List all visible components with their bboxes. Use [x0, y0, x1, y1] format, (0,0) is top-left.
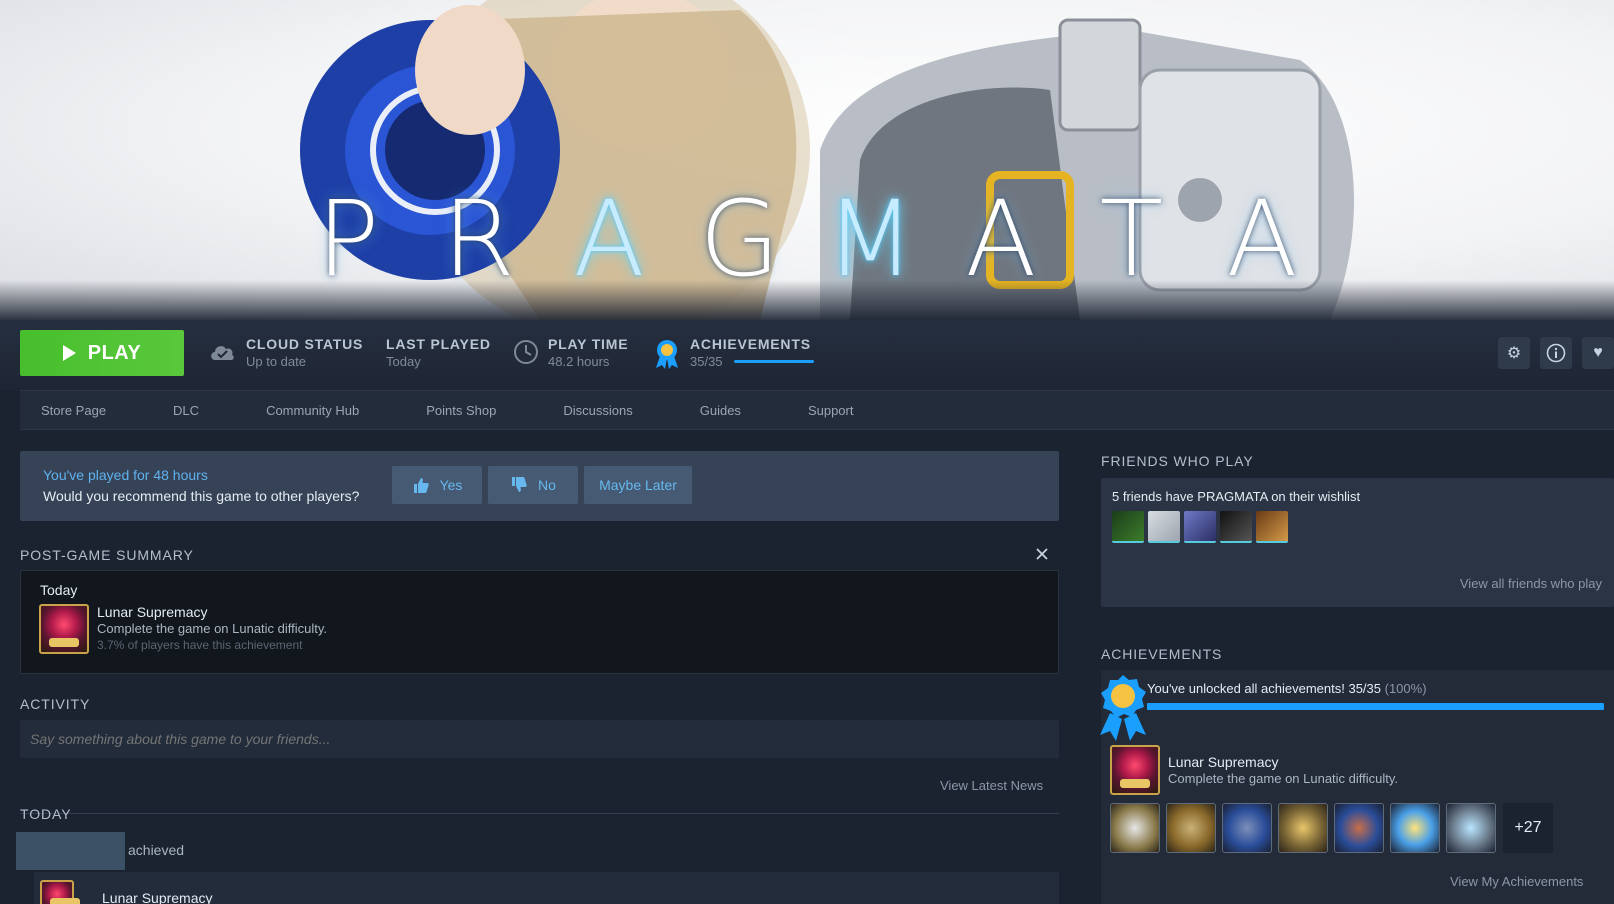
achievement-icon[interactable]	[1110, 803, 1160, 853]
last-played: LAST PLAYED Today	[386, 336, 491, 369]
recommend-no-button[interactable]: No	[488, 466, 578, 504]
achievements-progress-bar	[734, 360, 814, 363]
play-button-label: PLAY	[87, 341, 142, 364]
achievement-icon[interactable]	[1166, 803, 1216, 853]
achievements-panel-header: ACHIEVEMENTS	[1101, 646, 1223, 662]
last-played-value: Today	[386, 354, 421, 369]
friend-avatar[interactable]	[1112, 511, 1144, 543]
lunar-supremacy-achievement-icon	[39, 604, 89, 654]
play-bar: PLAY CLOUD STATUS Up to date LAST PLAYED…	[0, 320, 1614, 390]
post-game-summary-header: POST-GAME SUMMARY	[20, 547, 194, 563]
view-all-friends-link[interactable]: View all friends who play	[1460, 576, 1602, 591]
featured-achievement-desc: Complete the game on Lunatic difficulty.	[1168, 771, 1399, 786]
play-icon	[62, 345, 76, 361]
friend-avatar[interactable]	[1148, 511, 1180, 543]
friend-avatar[interactable]	[1184, 511, 1216, 543]
cloud-status-label: CLOUD STATUS	[246, 336, 364, 352]
nav-guides[interactable]: Guides	[700, 403, 741, 418]
recommend-yes-button[interactable]: Yes	[392, 466, 482, 504]
achievements-stat[interactable]: ACHIEVEMENTS 35/35	[690, 336, 811, 369]
achievements-unlocked-label: You've unlocked all achievements! 35/35	[1147, 681, 1381, 696]
summary-achievement-title: Lunar Supremacy	[97, 604, 208, 620]
achievements-stat-label: ACHIEVEMENTS	[690, 336, 811, 352]
friends-who-play-panel: 5 friends have PRAGMATA on their wishlis…	[1101, 478, 1614, 607]
activity-achieved-text: achieved	[128, 842, 185, 858]
activity-post-input[interactable]	[20, 720, 1059, 758]
summary-day: Today	[40, 582, 78, 598]
friend-avatar[interactable]	[1220, 511, 1252, 543]
achievement-medal-icon	[656, 340, 678, 369]
achievement-icon[interactable]	[1278, 803, 1328, 853]
hero-fade	[0, 280, 1614, 320]
nav-points-shop[interactable]: Points Shop	[426, 403, 496, 418]
cloud-status: CLOUD STATUS Up to date	[246, 336, 363, 369]
view-latest-news-link[interactable]: View Latest News	[940, 778, 1043, 793]
friends-wishlist-text: 5 friends have PRAGMATA on their wishlis…	[1112, 489, 1361, 504]
info-button[interactable]	[1540, 337, 1572, 369]
achievements-unlocked-text: You've unlocked all achievements! 35/35 …	[1147, 681, 1427, 696]
nav-store-page[interactable]: Store Page	[41, 403, 106, 418]
featured-achievement-icon	[1110, 745, 1160, 795]
view-my-achievements-link[interactable]: View My Achievements	[1450, 874, 1583, 889]
thumbs-up-icon	[413, 478, 429, 493]
achievement-icon[interactable]	[1446, 803, 1496, 853]
play-time-value: 48.2 hours	[548, 354, 610, 369]
play-time: PLAY TIME 48.2 hours	[548, 336, 628, 369]
summary-achievement-rarity: 3.7% of players have this achievement	[97, 638, 303, 652]
recommend-later-label: Maybe Later	[599, 477, 677, 493]
recommend-question: Would you recommend this game to other p…	[43, 488, 360, 504]
post-game-summary-card: Today Lunar Supremacy Complete the game …	[20, 570, 1059, 674]
activity-item-title: Lunar Supremacy	[102, 890, 213, 904]
activity-achievement-icon	[40, 880, 80, 904]
recommend-panel: You've played for 48 hours Would you rec…	[20, 451, 1059, 521]
nav-discussions[interactable]: Discussions	[563, 403, 632, 418]
nav-support[interactable]: Support	[808, 403, 854, 418]
activity-today-header: TODAY	[20, 806, 72, 822]
activity-divider	[20, 813, 1059, 814]
more-achievements-count[interactable]: +27	[1503, 803, 1553, 853]
recommend-later-button[interactable]: Maybe Later	[584, 466, 692, 504]
achievement-icon[interactable]	[1334, 803, 1384, 853]
info-icon	[1546, 343, 1566, 363]
close-icon[interactable]	[1035, 547, 1049, 561]
playtime-note: You've played for 48 hours	[43, 467, 208, 483]
friends-who-play-header: FRIENDS WHO PLAY	[1101, 453, 1254, 469]
nav-community-hub[interactable]: Community Hub	[266, 403, 359, 418]
gear-icon: ⚙	[1506, 345, 1522, 362]
last-played-label: LAST PLAYED	[386, 336, 491, 352]
play-time-label: PLAY TIME	[548, 336, 629, 352]
achievement-medal-icon	[1100, 675, 1146, 741]
achievements-unlocked-percent: (100%)	[1384, 681, 1427, 696]
nav-dlc[interactable]: DLC	[173, 403, 199, 418]
favorite-button[interactable]: ♥	[1582, 337, 1614, 369]
game-nav-bar: Store Page DLC Community Hub Points Shop…	[20, 390, 1614, 430]
game-hero-banner: P R A G M A T A	[0, 0, 1614, 320]
thumbs-down-icon	[512, 477, 527, 492]
achievement-icon[interactable]	[1222, 803, 1272, 853]
friend-avatar[interactable]	[1256, 511, 1288, 543]
featured-achievement-title: Lunar Supremacy	[1168, 754, 1279, 770]
recommend-no-label: No	[538, 477, 556, 493]
recommend-yes-label: Yes	[439, 477, 463, 493]
achievement-icon[interactable]	[1390, 803, 1440, 853]
heart-icon: ♥	[1593, 344, 1603, 361]
redacted-username	[16, 832, 125, 870]
cloud-status-value: Up to date	[246, 354, 306, 369]
cloud-check-icon	[211, 346, 234, 360]
summary-achievement-desc: Complete the game on Lunatic difficulty.	[97, 621, 328, 636]
achievements-panel-progress-bar	[1147, 703, 1604, 710]
play-button[interactable]: PLAY	[20, 330, 184, 376]
activity-header: ACTIVITY	[20, 696, 91, 712]
settings-button[interactable]: ⚙	[1498, 337, 1530, 369]
clock-icon	[514, 340, 538, 364]
